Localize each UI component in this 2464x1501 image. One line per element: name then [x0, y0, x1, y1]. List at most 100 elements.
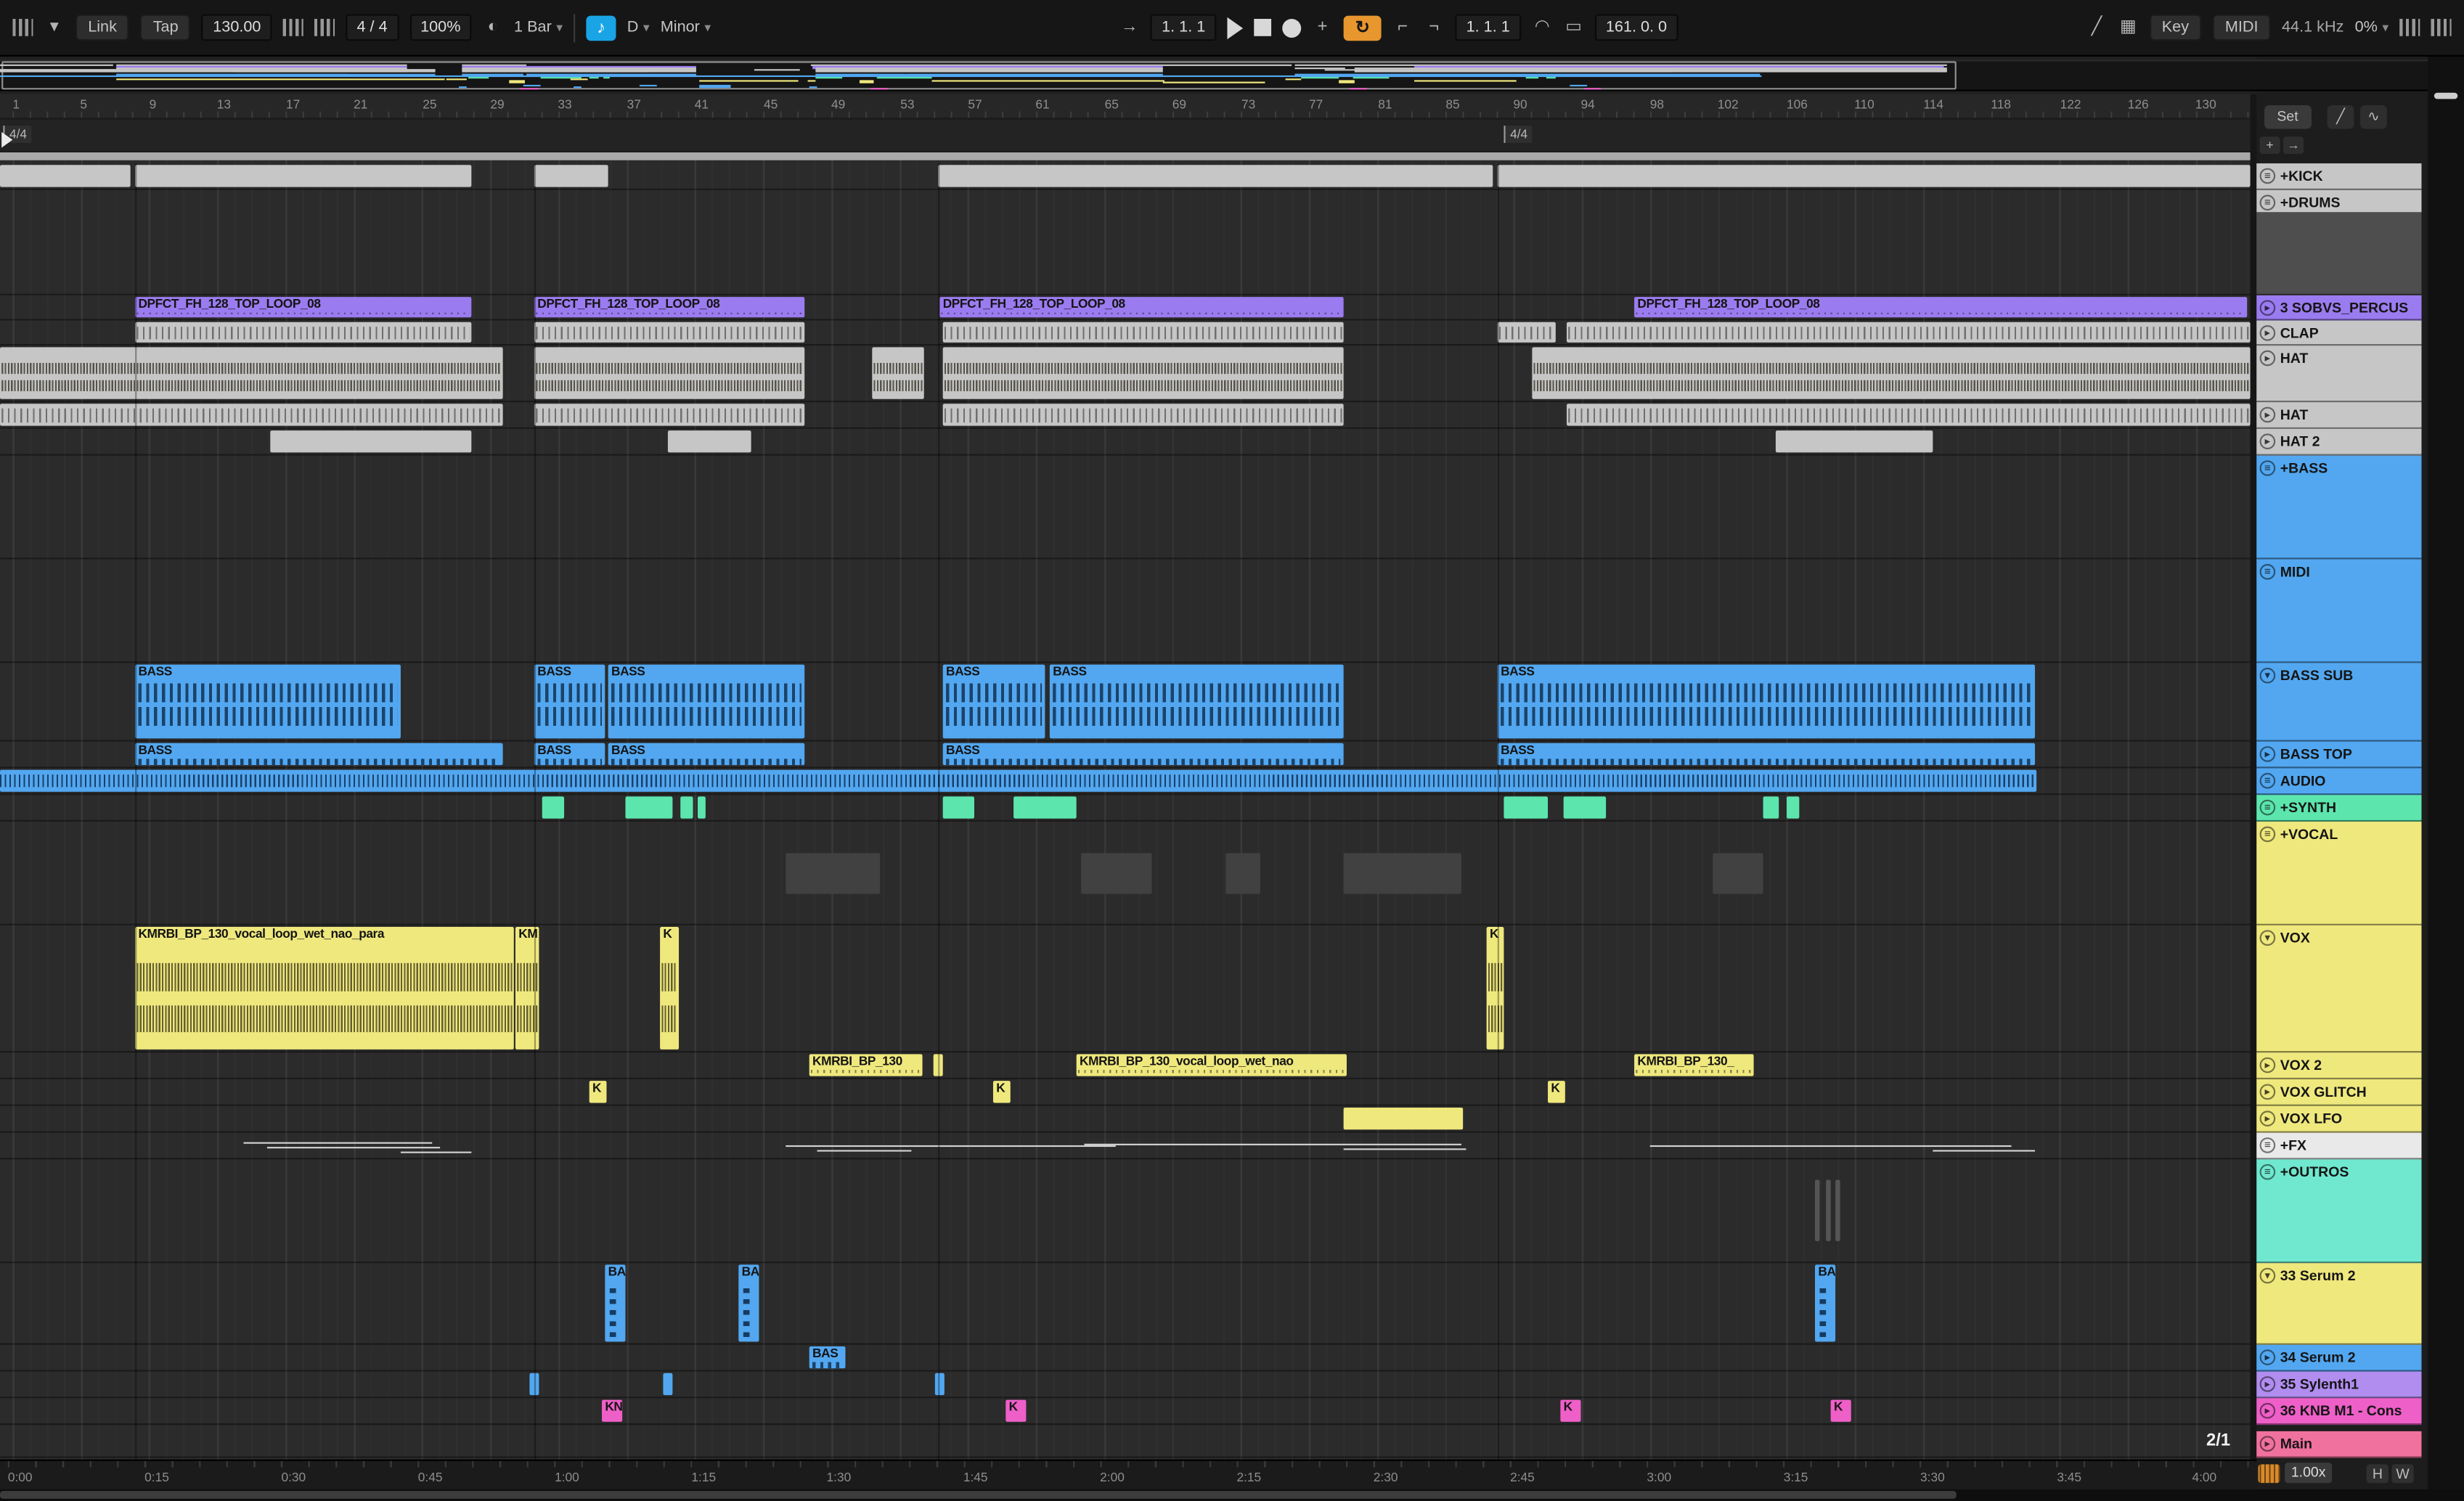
set-button[interactable]: Set — [2264, 105, 2311, 129]
clip[interactable] — [1081, 852, 1152, 893]
group-fold-icon[interactable]: ≡ — [2259, 798, 2276, 815]
time-signature-marker[interactable]: 4/4 — [1504, 126, 1533, 143]
track-fold-icon[interactable]: ▸ — [2259, 1349, 2276, 1365]
lane-fx[interactable] — [0, 1133, 2251, 1160]
io-meter-icon[interactable] — [12, 18, 33, 36]
track-header-clap[interactable]: ▸ CLAP — [2256, 320, 2422, 346]
draw-mode-button[interactable]: ╱ — [2086, 14, 2107, 41]
clip[interactable] — [786, 1145, 1116, 1148]
clip-k[interactable]: K — [1830, 1399, 1851, 1422]
track-fold-icon[interactable]: ▸ — [2259, 1375, 2276, 1391]
link-button[interactable]: Link — [75, 14, 130, 41]
lane-36-knb-m1-cons[interactable]: KN K K K — [0, 1398, 2251, 1426]
track-header-audio[interactable]: ≡ AUDIO — [2256, 768, 2422, 796]
clip-bass[interactable]: BASS — [135, 664, 401, 739]
clip[interactable] — [663, 1373, 673, 1396]
clip[interactable] — [625, 796, 673, 819]
clip-k[interactable]: K — [1005, 1399, 1027, 1422]
clip-ba[interactable]: BA — [1814, 1264, 1836, 1342]
nudge-up-icon[interactable] — [314, 18, 335, 36]
lane-drums[interactable] — [0, 190, 2251, 295]
track-fold-icon[interactable]: ▸ — [2259, 745, 2276, 761]
clip-k[interactable]: K — [992, 1081, 1011, 1103]
add-track-icon[interactable]: + — [2259, 136, 2280, 155]
re-enable-automation-button[interactable]: ◠ — [1532, 14, 1552, 41]
lane-hat-2[interactable] — [0, 429, 2251, 456]
automation-arm-button[interactable]: + — [1312, 14, 1332, 41]
track-header-hat-2[interactable]: ▸ HAT 2 — [2256, 428, 2422, 456]
lane-vox-lfo[interactable] — [0, 1106, 2251, 1133]
group-fold-icon[interactable]: ≡ — [2259, 459, 2276, 475]
tempo-value[interactable]: 130.00 — [202, 14, 272, 41]
clip[interactable] — [817, 1150, 912, 1152]
lane-audio[interactable] — [0, 768, 2251, 796]
clip-dpfct-fh-128-top-loop-08[interactable]: DPFCT_FH_128_TOP_LOOP_08 — [1634, 297, 2248, 318]
clip[interactable] — [266, 1147, 441, 1149]
record-button[interactable] — [1282, 17, 1302, 37]
options-chevron-icon[interactable]: ▾ — [44, 14, 65, 41]
track-header-vox-2[interactable]: ▸ VOX 2 — [2256, 1052, 2422, 1080]
time-ruler[interactable]: 0:00 0:15 0:30 0:45 1:00 1:15 1:30 1:45 2:00 2:15… — [0, 1459, 2257, 1489]
clip-bass[interactable]: BASS — [1497, 664, 2036, 739]
group-fold-icon[interactable]: ≡ — [2259, 563, 2276, 579]
clip[interactable] — [1563, 796, 1607, 819]
track-header-main[interactable]: ▸ Main — [2256, 1431, 2422, 1458]
root-note-select[interactable]: D — [627, 14, 650, 41]
clip-k[interactable]: K — [1548, 1081, 1565, 1103]
clip[interactable] — [1567, 322, 2251, 343]
clip[interactable] — [0, 165, 131, 187]
track-header-vox-lfo[interactable]: ▸ VOX LFO — [2256, 1105, 2422, 1133]
clip-bass[interactable]: BASS — [942, 743, 1344, 766]
clip-k[interactable]: K — [1560, 1399, 1581, 1422]
clip[interactable] — [942, 796, 974, 819]
clip-dpfct-fh-128-top-loop-08[interactable]: DPFCT_FH_128_TOP_LOOP_08 — [135, 297, 472, 318]
clip-k[interactable]: K — [589, 1081, 607, 1103]
track-fold-icon[interactable]: ▸ — [2259, 406, 2276, 422]
track-header-35-sylenth1[interactable]: ▸ 35 Sylenth1 — [2256, 1371, 2422, 1399]
clip[interactable] — [1567, 404, 2251, 426]
lane-bass[interactable] — [0, 456, 2251, 560]
playhead-marker[interactable] — [1, 131, 13, 148]
lane-vox-2[interactable]: KMRBI_BP_130 KMRBI_BP_130_vocal_loop_wet_… — [0, 1052, 2251, 1080]
lane-midi[interactable] — [0, 560, 2251, 663]
clip-bass[interactable]: BASS — [135, 743, 503, 766]
collapsed-clip-strip[interactable] — [0, 152, 2251, 160]
clip[interactable] — [135, 165, 472, 187]
lane-kick[interactable] — [0, 163, 2251, 190]
follow-button[interactable]: → — [1119, 14, 1140, 41]
clip-bass[interactable]: BASS — [1049, 664, 1344, 739]
pencil-icon[interactable]: ╱ — [2327, 105, 2354, 129]
track-header-drums[interactable]: ≡ +DRUMS — [2256, 189, 2422, 295]
clip[interactable] — [1814, 1179, 1820, 1241]
group-fold-icon[interactable]: ≡ — [2259, 825, 2276, 842]
track-height-button[interactable]: H — [2366, 1464, 2389, 1484]
track-header-midi[interactable]: ≡ MIDI — [2256, 559, 2422, 663]
clip[interactable] — [534, 404, 805, 426]
track-header-vox-glitch[interactable]: ▸ VOX GLITCH — [2256, 1079, 2422, 1106]
clip[interactable] — [135, 322, 472, 343]
punch-in-button[interactable]: ⌐ — [1392, 14, 1413, 41]
track-header-vocal[interactable]: ≡ +VOCAL — [2256, 822, 2422, 925]
clip[interactable] — [243, 1142, 433, 1144]
vertical-scrollbar-thumb[interactable] — [2434, 92, 2458, 99]
lane-35-sylenth1[interactable] — [0, 1372, 2251, 1399]
clip[interactable] — [1835, 1179, 1840, 1241]
track-fold-icon[interactable]: ▸ — [2259, 1083, 2276, 1100]
lane-33-serum-2[interactable]: BA BA BA — [0, 1263, 2251, 1345]
clip[interactable] — [1532, 347, 2251, 399]
clip[interactable] — [1343, 1148, 1466, 1150]
lane-clap[interactable] — [0, 321, 2251, 346]
clip[interactable] — [698, 796, 706, 819]
clip-ba[interactable]: BA — [605, 1264, 626, 1342]
track-fold-icon[interactable]: ▸ — [2259, 1056, 2276, 1073]
arrangement-position-value[interactable]: 1. 1. 1 — [1150, 14, 1217, 41]
clip-bass[interactable]: BASS — [608, 664, 805, 739]
clip[interactable] — [1649, 1145, 2012, 1148]
clip-kmrbi-bp-130[interactable]: KMRBI_BP_130 — [809, 1054, 923, 1076]
return-arrow-icon[interactable]: → — [2283, 136, 2304, 155]
track-fold-icon[interactable]: ▸ — [2259, 349, 2276, 366]
clip[interactable] — [1504, 796, 1549, 819]
clip[interactable] — [1497, 165, 2251, 187]
clip[interactable] — [1343, 1107, 1464, 1130]
clip[interactable] — [1084, 1143, 1461, 1145]
